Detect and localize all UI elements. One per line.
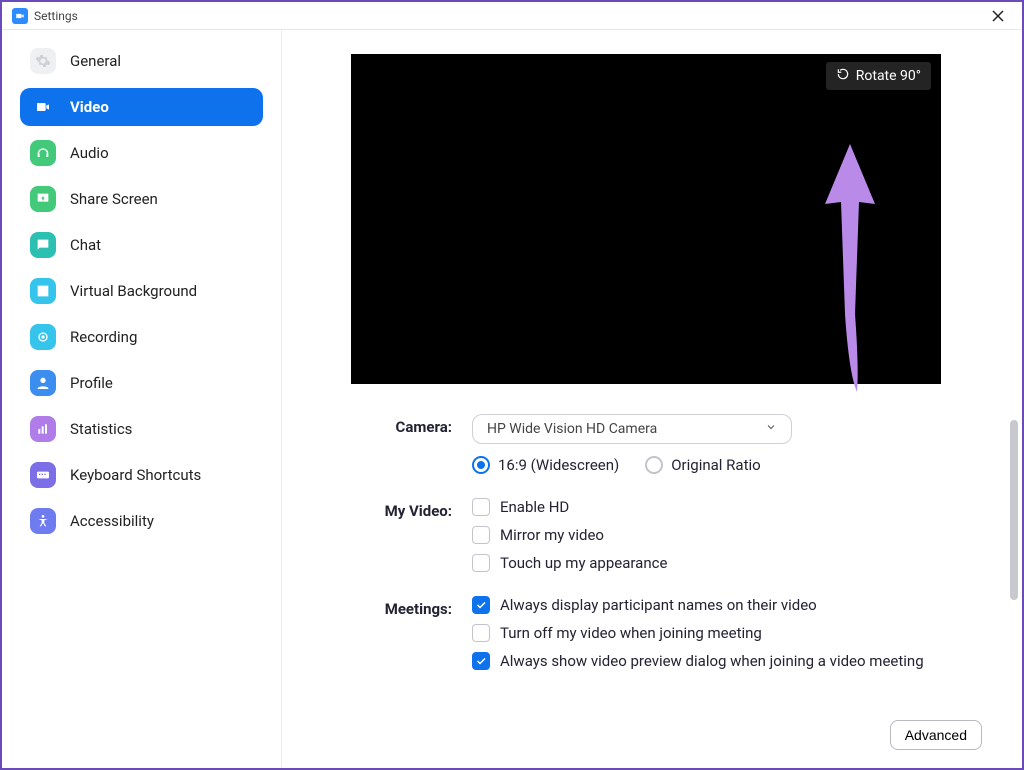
checkbox-label: Mirror my video [500,526,604,544]
sidebar-item-label: Keyboard Shortcuts [70,466,201,484]
sidebar-item-label: General [70,52,121,70]
sidebar-item-statistics[interactable]: Statistics [20,410,263,448]
checkbox-icon [472,554,490,572]
sidebar-item-audio[interactable]: Audio [20,134,263,172]
sidebar-item-label: Recording [70,328,137,346]
aspect-ratio-widescreen-radio[interactable]: 16:9 (Widescreen) [472,456,619,474]
sidebar-item-label: Video [70,98,109,116]
sidebar-item-recording[interactable]: Recording [20,318,263,356]
zoom-app-icon [12,8,28,24]
mirror-video-checkbox[interactable]: Mirror my video [472,526,990,544]
body: General Video Audio Share Screen [2,30,1022,768]
radio-icon [645,456,663,474]
sidebar-item-accessibility[interactable]: Accessibility [20,502,263,540]
aspect-ratio-original-radio[interactable]: Original Ratio [645,456,760,474]
settings-window: Settings General Video [0,0,1024,770]
checkbox-icon [472,652,490,670]
checkbox-icon [472,624,490,642]
headphones-icon [30,140,56,166]
annotation-arrow [815,144,885,398]
recording-icon [30,324,56,350]
checkbox-icon [472,596,490,614]
checkbox-icon [472,526,490,544]
video-preview: Rotate 90° [351,54,941,384]
sidebar-item-virtual-background[interactable]: Virtual Background [20,272,263,310]
sidebar-item-label: Chat [70,236,101,254]
radio-label: 16:9 (Widescreen) [498,456,619,474]
chat-icon [30,232,56,258]
checkbox-label: Enable HD [500,498,569,516]
statistics-icon [30,416,56,442]
sidebar-item-label: Virtual Background [70,282,197,300]
always-preview-checkbox[interactable]: Always show video preview dialog when jo… [472,652,990,670]
radio-icon [472,456,490,474]
close-button[interactable] [980,3,1016,29]
sidebar-item-profile[interactable]: Profile [20,364,263,402]
advanced-button[interactable]: Advanced [890,720,982,750]
titlebar: Settings [2,2,1022,30]
sidebar-item-label: Profile [70,374,113,392]
scrollbar-thumb[interactable] [1010,420,1018,600]
checkbox-label: Always display participant names on thei… [500,596,817,614]
my-video-label: My Video: [382,498,472,582]
content-area: Rotate 90° Camera: HP Wide Vision HD Cam… [282,30,1022,768]
radio-label: Original Ratio [671,456,760,474]
checkbox-label: Turn off my video when joining meeting [500,624,762,642]
sidebar-item-keyboard-shortcuts[interactable]: Keyboard Shortcuts [20,456,263,494]
gear-icon [30,48,56,74]
video-icon [30,94,56,120]
sidebar-item-general[interactable]: General [20,42,263,80]
turn-off-video-checkbox[interactable]: Turn off my video when joining meeting [472,624,990,642]
video-settings-form: Camera: HP Wide Vision HD Camera 16:9 (W… [302,414,990,680]
meetings-label: Meetings: [382,596,472,680]
accessibility-icon [30,508,56,534]
share-screen-icon [30,186,56,212]
camera-label: Camera: [382,414,472,484]
sidebar-item-label: Statistics [70,420,132,438]
checkbox-label: Always show video preview dialog when jo… [500,652,924,670]
window-title: Settings [34,9,78,23]
rotate-90-button[interactable]: Rotate 90° [826,62,931,90]
camera-select-value: HP Wide Vision HD Camera [487,421,657,437]
checkbox-icon [472,498,490,516]
chevron-down-icon [765,421,777,437]
sidebar-item-share-screen[interactable]: Share Screen [20,180,263,218]
sidebar-item-label: Accessibility [70,512,154,530]
virtual-background-icon [30,278,56,304]
sidebar-item-video[interactable]: Video [20,88,263,126]
keyboard-icon [30,462,56,488]
sidebar-item-chat[interactable]: Chat [20,226,263,264]
sidebar-item-label: Share Screen [70,190,158,208]
checkbox-label: Touch up my appearance [500,554,667,572]
sidebar-item-label: Audio [70,144,109,162]
always-display-names-checkbox[interactable]: Always display participant names on thei… [472,596,990,614]
profile-icon [30,370,56,396]
rotate-label: Rotate 90° [856,68,921,84]
enable-hd-checkbox[interactable]: Enable HD [472,498,990,516]
rotate-icon [836,67,850,85]
touch-up-appearance-checkbox[interactable]: Touch up my appearance [472,554,990,572]
sidebar: General Video Audio Share Screen [2,30,282,768]
camera-select[interactable]: HP Wide Vision HD Camera [472,414,792,444]
